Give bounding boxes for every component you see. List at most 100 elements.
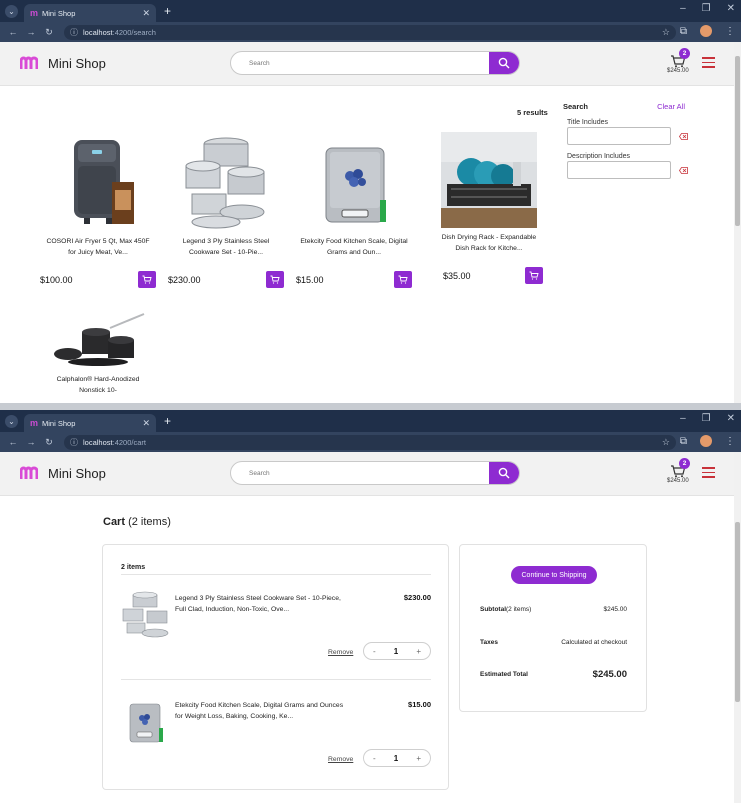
- product-card[interactable]: Dish Drying Rack - Expandable Dish Rack …: [429, 132, 549, 284]
- clear-all-link[interactable]: Clear All: [657, 102, 685, 111]
- cart-count-badge: 2: [679, 458, 690, 469]
- total-row: Estimated Total $245.00: [480, 669, 627, 680]
- brand-name[interactable]: Mini Shop: [48, 466, 106, 481]
- clear-input-icon[interactable]: [679, 132, 688, 140]
- hamburger-menu-icon[interactable]: [702, 57, 715, 68]
- cart-heading-label: Cart: [103, 516, 126, 528]
- minimize-icon[interactable]: –: [680, 413, 686, 424]
- browser-tab[interactable]: m Mini Shop ✕: [24, 414, 156, 432]
- site-info-icon[interactable]: ⓘ: [70, 27, 78, 38]
- increment-button[interactable]: +: [416, 754, 421, 763]
- browser-tabstrip: ⌄ m Mini Shop ✕ + – ❐ ✕: [0, 410, 741, 432]
- search-button[interactable]: [489, 52, 519, 74]
- cart-heading-count: (2 items): [125, 516, 171, 528]
- shop-logo-icon[interactable]: [20, 466, 38, 480]
- restore-icon[interactable]: ❐: [702, 413, 711, 424]
- header-cart[interactable]: 2 $245.00: [667, 458, 693, 488]
- product-name[interactable]: Legend 3 Ply Stainless Steel Cookware Se…: [166, 236, 286, 269]
- page-scrollbar[interactable]: [734, 42, 741, 403]
- total-label: Estimated Total: [480, 671, 528, 678]
- title-includes-input[interactable]: [567, 127, 671, 145]
- cart-item: Etekcity Food Kitchen Scale, Digital Gra…: [121, 698, 431, 798]
- reload-icon[interactable]: ↻: [42, 437, 56, 448]
- minimize-icon[interactable]: –: [680, 3, 686, 14]
- back-icon[interactable]: ←: [6, 437, 20, 447]
- taxes-value: Calculated at checkout: [561, 639, 627, 646]
- app-header: Mini Shop 2 $245.00: [0, 42, 741, 86]
- product-price: $35.00: [443, 270, 471, 281]
- product-image[interactable]: [176, 132, 276, 232]
- url-host: localhost: [83, 437, 113, 447]
- subtotal-label: Subtotal(2 items): [480, 606, 531, 613]
- product-card[interactable]: Calphalon® Hard-Anodized Nonstick 10-: [38, 310, 158, 403]
- clear-input-icon[interactable]: [679, 166, 688, 174]
- close-window-icon[interactable]: ✕: [727, 413, 735, 424]
- product-image[interactable]: [441, 132, 537, 228]
- product-name[interactable]: Etekcity Food Kitchen Scale, Digital Gra…: [294, 236, 414, 269]
- back-icon[interactable]: ←: [6, 27, 20, 37]
- description-includes-input[interactable]: [567, 161, 671, 179]
- cart-item-image[interactable]: [121, 698, 171, 748]
- add-to-cart-button[interactable]: [394, 271, 412, 288]
- cart-item-name[interactable]: Legend 3 Ply Stainless Steel Cookware Se…: [175, 593, 345, 615]
- page-scrollbar[interactable]: [734, 452, 741, 803]
- product-name[interactable]: Calphalon® Hard-Anodized Nonstick 10-: [38, 374, 158, 403]
- search-box: [230, 461, 520, 485]
- tab-close-icon[interactable]: ✕: [142, 8, 150, 19]
- continue-to-shipping-button[interactable]: Continue to Shipping: [511, 566, 597, 584]
- address-bar[interactable]: ⓘ localhost:4200/search ☆: [64, 24, 676, 40]
- product-card[interactable]: COSORI Air Fryer 5 Qt, Max 450F for Juic…: [38, 132, 158, 288]
- browser-tabstrip: ⌄ m Mini Shop ✕ + – ❐ ✕: [0, 0, 741, 22]
- reload-icon[interactable]: ↻: [42, 27, 56, 38]
- profile-avatar[interactable]: [700, 435, 712, 447]
- chrome-menu-icon[interactable]: ⋮: [725, 26, 735, 37]
- product-card[interactable]: Legend 3 Ply Stainless Steel Cookware Se…: [166, 132, 286, 288]
- search-input[interactable]: [231, 462, 486, 484]
- product-image[interactable]: [304, 132, 404, 232]
- search-input[interactable]: [231, 52, 486, 74]
- shop-logo-icon[interactable]: [20, 56, 38, 70]
- scrollbar-thumb[interactable]: [735, 522, 740, 702]
- restore-icon[interactable]: ❐: [702, 3, 711, 14]
- decrement-button[interactable]: -: [373, 754, 376, 763]
- remove-link[interactable]: Remove: [328, 649, 353, 656]
- tab-search-menu-icon[interactable]: ⌄: [5, 4, 18, 18]
- product-image[interactable]: [48, 132, 148, 232]
- add-to-cart-button[interactable]: [525, 267, 543, 284]
- bookmark-star-icon[interactable]: ☆: [662, 437, 670, 448]
- scrollbar-thumb[interactable]: [735, 56, 740, 226]
- header-cart[interactable]: 2 $245.00: [667, 48, 693, 78]
- site-info-icon[interactable]: ⓘ: [70, 437, 78, 448]
- remove-link[interactable]: Remove: [328, 756, 353, 763]
- chrome-menu-icon[interactable]: ⋮: [725, 436, 735, 447]
- product-image[interactable]: [48, 310, 148, 370]
- address-bar[interactable]: ⓘ localhost:4200/cart ☆: [64, 434, 676, 450]
- hamburger-menu-icon[interactable]: [702, 467, 715, 478]
- decrement-button[interactable]: -: [373, 647, 376, 656]
- browser-toolbar: ← → ↻ ⓘ localhost:4200/search ☆ ⧉ ⋮: [0, 22, 741, 42]
- extensions-icon[interactable]: ⧉: [680, 436, 687, 447]
- browser-tab[interactable]: m Mini Shop ✕: [24, 4, 156, 22]
- extensions-icon[interactable]: ⧉: [680, 26, 687, 37]
- add-to-cart-button[interactable]: [266, 271, 284, 288]
- product-card[interactable]: Etekcity Food Kitchen Scale, Digital Gra…: [294, 132, 414, 288]
- cart-item-image[interactable]: [121, 591, 171, 641]
- close-window-icon[interactable]: ✕: [727, 3, 735, 14]
- search-button[interactable]: [489, 462, 519, 484]
- increment-button[interactable]: +: [416, 647, 421, 656]
- bookmark-star-icon[interactable]: ☆: [662, 27, 670, 38]
- add-to-cart-button[interactable]: [138, 271, 156, 288]
- product-name[interactable]: COSORI Air Fryer 5 Qt, Max 450F for Juic…: [38, 236, 158, 269]
- new-tab-icon[interactable]: +: [164, 414, 171, 428]
- add-to-cart-icon: [529, 271, 539, 280]
- profile-avatar[interactable]: [700, 25, 712, 37]
- tab-close-icon[interactable]: ✕: [142, 418, 150, 429]
- cart-item-name[interactable]: Etekcity Food Kitchen Scale, Digital Gra…: [175, 700, 345, 722]
- forward-icon[interactable]: →: [24, 27, 38, 37]
- product-name[interactable]: Dish Drying Rack - Expandable Dish Rack …: [429, 232, 549, 265]
- brand-name[interactable]: Mini Shop: [48, 56, 106, 71]
- app-header: Mini Shop 2 $245.00: [0, 452, 741, 496]
- new-tab-icon[interactable]: +: [164, 4, 171, 18]
- tab-search-menu-icon[interactable]: ⌄: [5, 414, 18, 428]
- forward-icon[interactable]: →: [24, 437, 38, 447]
